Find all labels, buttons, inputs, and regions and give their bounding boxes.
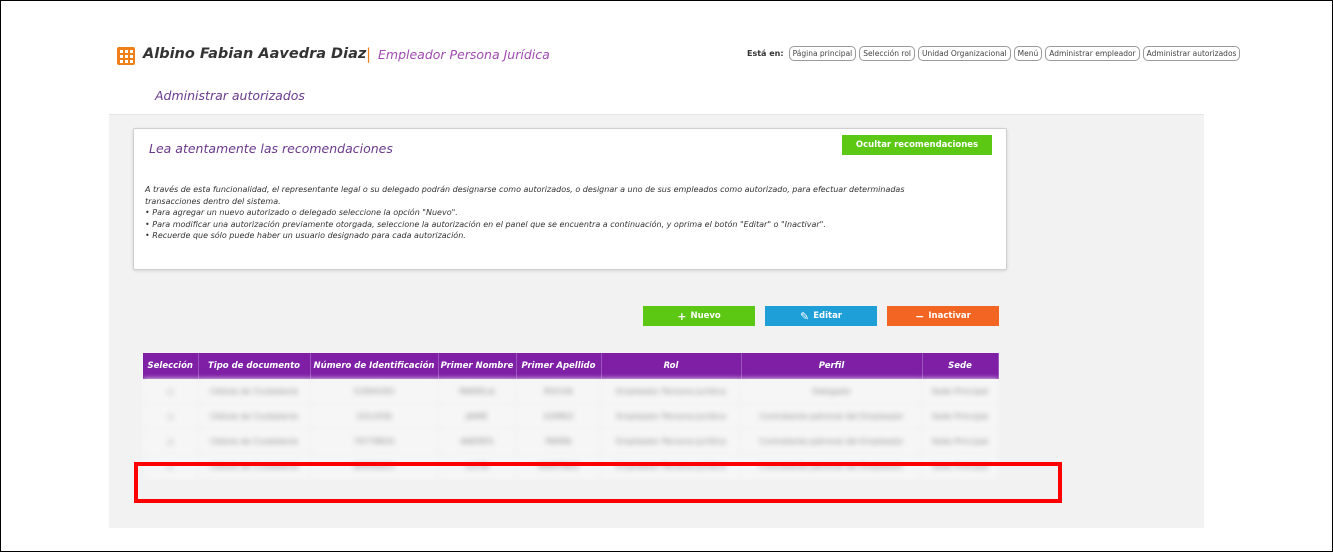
edit-button-label: Editar <box>813 311 842 321</box>
column-header[interactable]: Número de Identificación <box>310 353 439 379</box>
table-cell: 1012456 <box>310 404 438 429</box>
recommendations-panel: Lea atentamente las recomendaciones Ocul… <box>133 128 1007 270</box>
new-button[interactable]: + Nuevo <box>643 306 755 326</box>
column-header[interactable]: Sede <box>922 353 999 379</box>
table-cell: 79778820 <box>310 429 438 454</box>
table-cell: PARRA <box>516 429 601 454</box>
recommendation-line: • Para agregar un nuevo autorizado o del… <box>145 208 458 217</box>
breadcrumb: Está en: Página principal Selección rol … <box>747 46 1241 61</box>
table-row[interactable]: ○ Cédula de Ciudadanía 79778820 ANDRÉS P… <box>143 429 998 454</box>
row-select-radio[interactable]: ○ <box>143 429 198 454</box>
recommendations-title: Lea atentamente las recomendaciones <box>149 141 393 156</box>
breadcrumb-org-unit[interactable]: Unidad Organizacional <box>918 46 1011 61</box>
plus-icon: + <box>677 309 687 323</box>
user-role: Empleador Persona Jurídica <box>378 47 550 62</box>
app-panel: Albino Fabian Aavedra Diaz | Empleador P… <box>109 36 1241 528</box>
table-cell: GÓMEZ <box>516 404 601 429</box>
recommendation-line: • Para modificar una autorización previa… <box>145 219 826 229</box>
top-bar: Albino Fabian Aavedra Diaz | Empleador P… <box>109 36 1241 76</box>
recommendation-line: transacciones dentro del sistema. <box>145 196 281 206</box>
row-select-radio[interactable]: ○ <box>143 379 198 404</box>
breadcrumb-role-selection[interactable]: Selección rol <box>859 46 915 61</box>
table-cell: Sede Principal <box>922 379 998 404</box>
table-cell: Delegado <box>741 379 922 404</box>
table-header-row: Selección Tipo de documento Número de Id… <box>143 353 999 379</box>
table-cell: Empleador Persona Jurídica <box>601 429 741 454</box>
recommendations-text: A través de esta funcionalidad, el repre… <box>145 184 1005 242</box>
page-title-bar: Administrar autorizados <box>109 76 1204 115</box>
inactivate-button[interactable]: − Inactivar <box>887 306 999 326</box>
table-cell: MARIELA <box>438 379 516 404</box>
table-cell: Sede Principal <box>922 429 998 454</box>
breadcrumb-label: Está en: <box>747 49 784 58</box>
column-header[interactable]: Rol <box>601 353 742 379</box>
page-title: Administrar autorizados <box>155 88 305 103</box>
column-header[interactable]: Primer Nombre <box>438 353 517 379</box>
authorized-table: Selección Tipo de documento Número de Id… <box>143 353 999 479</box>
table-cell: Cédula de Ciudadanía <box>198 379 310 404</box>
table-cell: Empleador Persona Jurídica <box>601 379 741 404</box>
hide-recommendations-button[interactable]: Ocultar recomendaciones <box>842 135 992 155</box>
table-cell: ANDRÉS <box>438 429 516 454</box>
table-cell: Contratante patronal del Empleador <box>741 429 922 454</box>
table-cell: ROCHA <box>516 379 601 404</box>
column-header[interactable]: Tipo de documento <box>198 353 311 379</box>
table-cell: JAIME <box>438 404 516 429</box>
row-select-radio[interactable]: ○ <box>143 404 198 429</box>
app-grid-icon[interactable] <box>117 47 135 65</box>
inactivate-button-label: Inactivar <box>928 311 971 321</box>
table-cell: Cédula de Ciudadanía <box>198 404 310 429</box>
column-header[interactable]: Perfil <box>741 353 923 379</box>
recommendation-line: A través de esta funcionalidad, el repre… <box>145 185 905 194</box>
breadcrumb-menu[interactable]: Menú <box>1013 46 1043 61</box>
recommendation-line: • Recuerde que sólo puede haber un usuar… <box>145 231 466 240</box>
edit-button[interactable]: ✎ Editar <box>765 306 877 326</box>
table-cell: Contratante patronal del Empleador <box>741 404 922 429</box>
table-cell: Cédula de Ciudadanía <box>198 429 310 454</box>
new-button-label: Nuevo <box>690 311 721 321</box>
user-name: Albino Fabian Aavedra Diaz <box>143 46 367 62</box>
column-header[interactable]: Primer Apellido <box>516 353 602 379</box>
table-cell: 52904183 <box>310 379 438 404</box>
table-row[interactable]: ○ Cédula de Ciudadanía 1012456 JAIME GÓM… <box>143 404 998 429</box>
screenshot-frame: Albino Fabian Aavedra Diaz | Empleador P… <box>0 0 1333 552</box>
minus-icon: − <box>915 309 925 323</box>
pencil-icon: ✎ <box>799 309 810 323</box>
column-header[interactable]: Selección <box>143 353 199 379</box>
breadcrumb-admin-authorized[interactable]: Administrar autorizados <box>1142 46 1241 61</box>
table-cell: Sede Principal <box>922 404 998 429</box>
breadcrumb-home[interactable]: Página principal <box>788 46 857 61</box>
highlight-box <box>134 462 1062 503</box>
breadcrumb-admin-employer[interactable]: Administrar empleador <box>1045 46 1140 61</box>
header-separator: | <box>366 45 372 63</box>
table-row[interactable]: ○ Cédula de Ciudadanía 52904183 MARIELA … <box>143 379 998 404</box>
table-cell: Empleador Persona Jurídica <box>601 404 741 429</box>
